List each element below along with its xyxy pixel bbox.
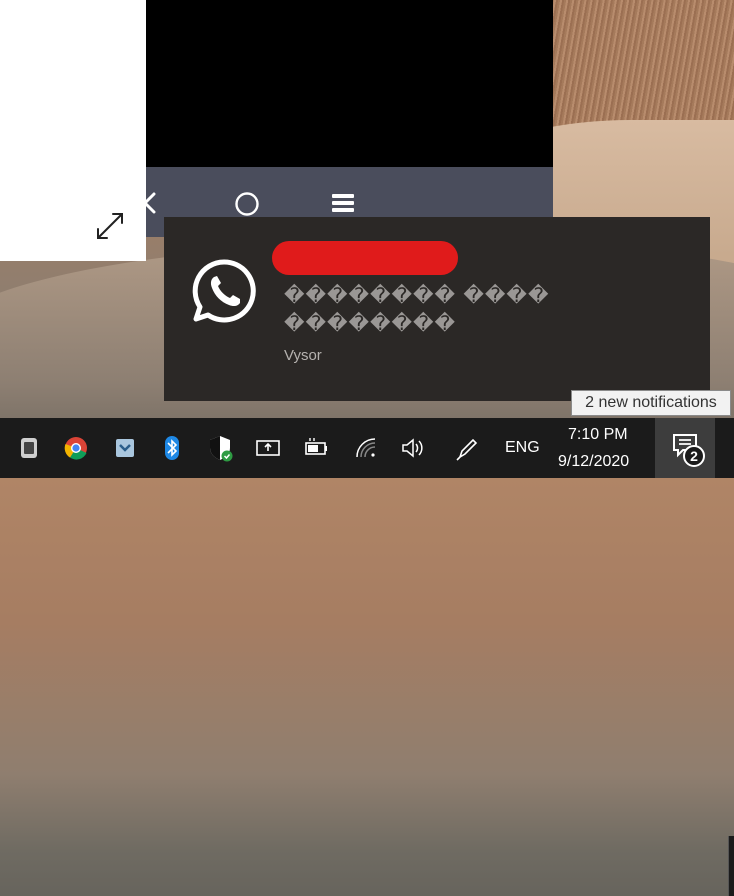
resize-arrows-icon[interactable] xyxy=(94,210,126,242)
whatsapp-notification-toast[interactable]: �������� ���� �������� Vysor xyxy=(164,217,710,401)
taskbar: ENG 7:10 PM 9/12/2020 xyxy=(0,418,734,896)
volume-icon[interactable] xyxy=(398,433,428,463)
notification-message-line-2: �������� xyxy=(284,311,457,335)
clock-date[interactable]: 9/12/2020 xyxy=(558,453,629,471)
battery-icon[interactable] xyxy=(301,433,331,463)
blank-window[interactable] xyxy=(0,0,146,261)
bluetooth-icon[interactable] xyxy=(157,433,187,463)
clock-time[interactable]: 7:10 PM xyxy=(568,426,628,444)
back-chevron-icon[interactable] xyxy=(140,192,160,214)
chrome-icon[interactable] xyxy=(61,433,91,463)
vysor-phone-screen[interactable] xyxy=(146,0,553,167)
display-icon[interactable] xyxy=(253,433,283,463)
notification-message-line-1: �������� ���� xyxy=(284,283,550,307)
whatsapp-icon xyxy=(192,259,256,323)
home-circle-icon[interactable] xyxy=(234,191,260,217)
vysor-icon[interactable] xyxy=(14,433,44,463)
pen-icon[interactable] xyxy=(452,433,482,463)
notification-count-badge: 2 xyxy=(683,445,705,467)
redacted-sender-name xyxy=(272,241,458,275)
notification-source: Vysor xyxy=(284,347,322,364)
wifi-icon[interactable] xyxy=(351,433,381,463)
menu-icon[interactable] xyxy=(330,192,356,214)
files-icon[interactable] xyxy=(110,433,140,463)
input-language[interactable]: ENG xyxy=(505,439,540,457)
show-desktop-button[interactable] xyxy=(728,836,734,896)
notifications-tooltip: 2 new notifications xyxy=(571,390,731,416)
security-shield-icon[interactable] xyxy=(205,433,235,463)
